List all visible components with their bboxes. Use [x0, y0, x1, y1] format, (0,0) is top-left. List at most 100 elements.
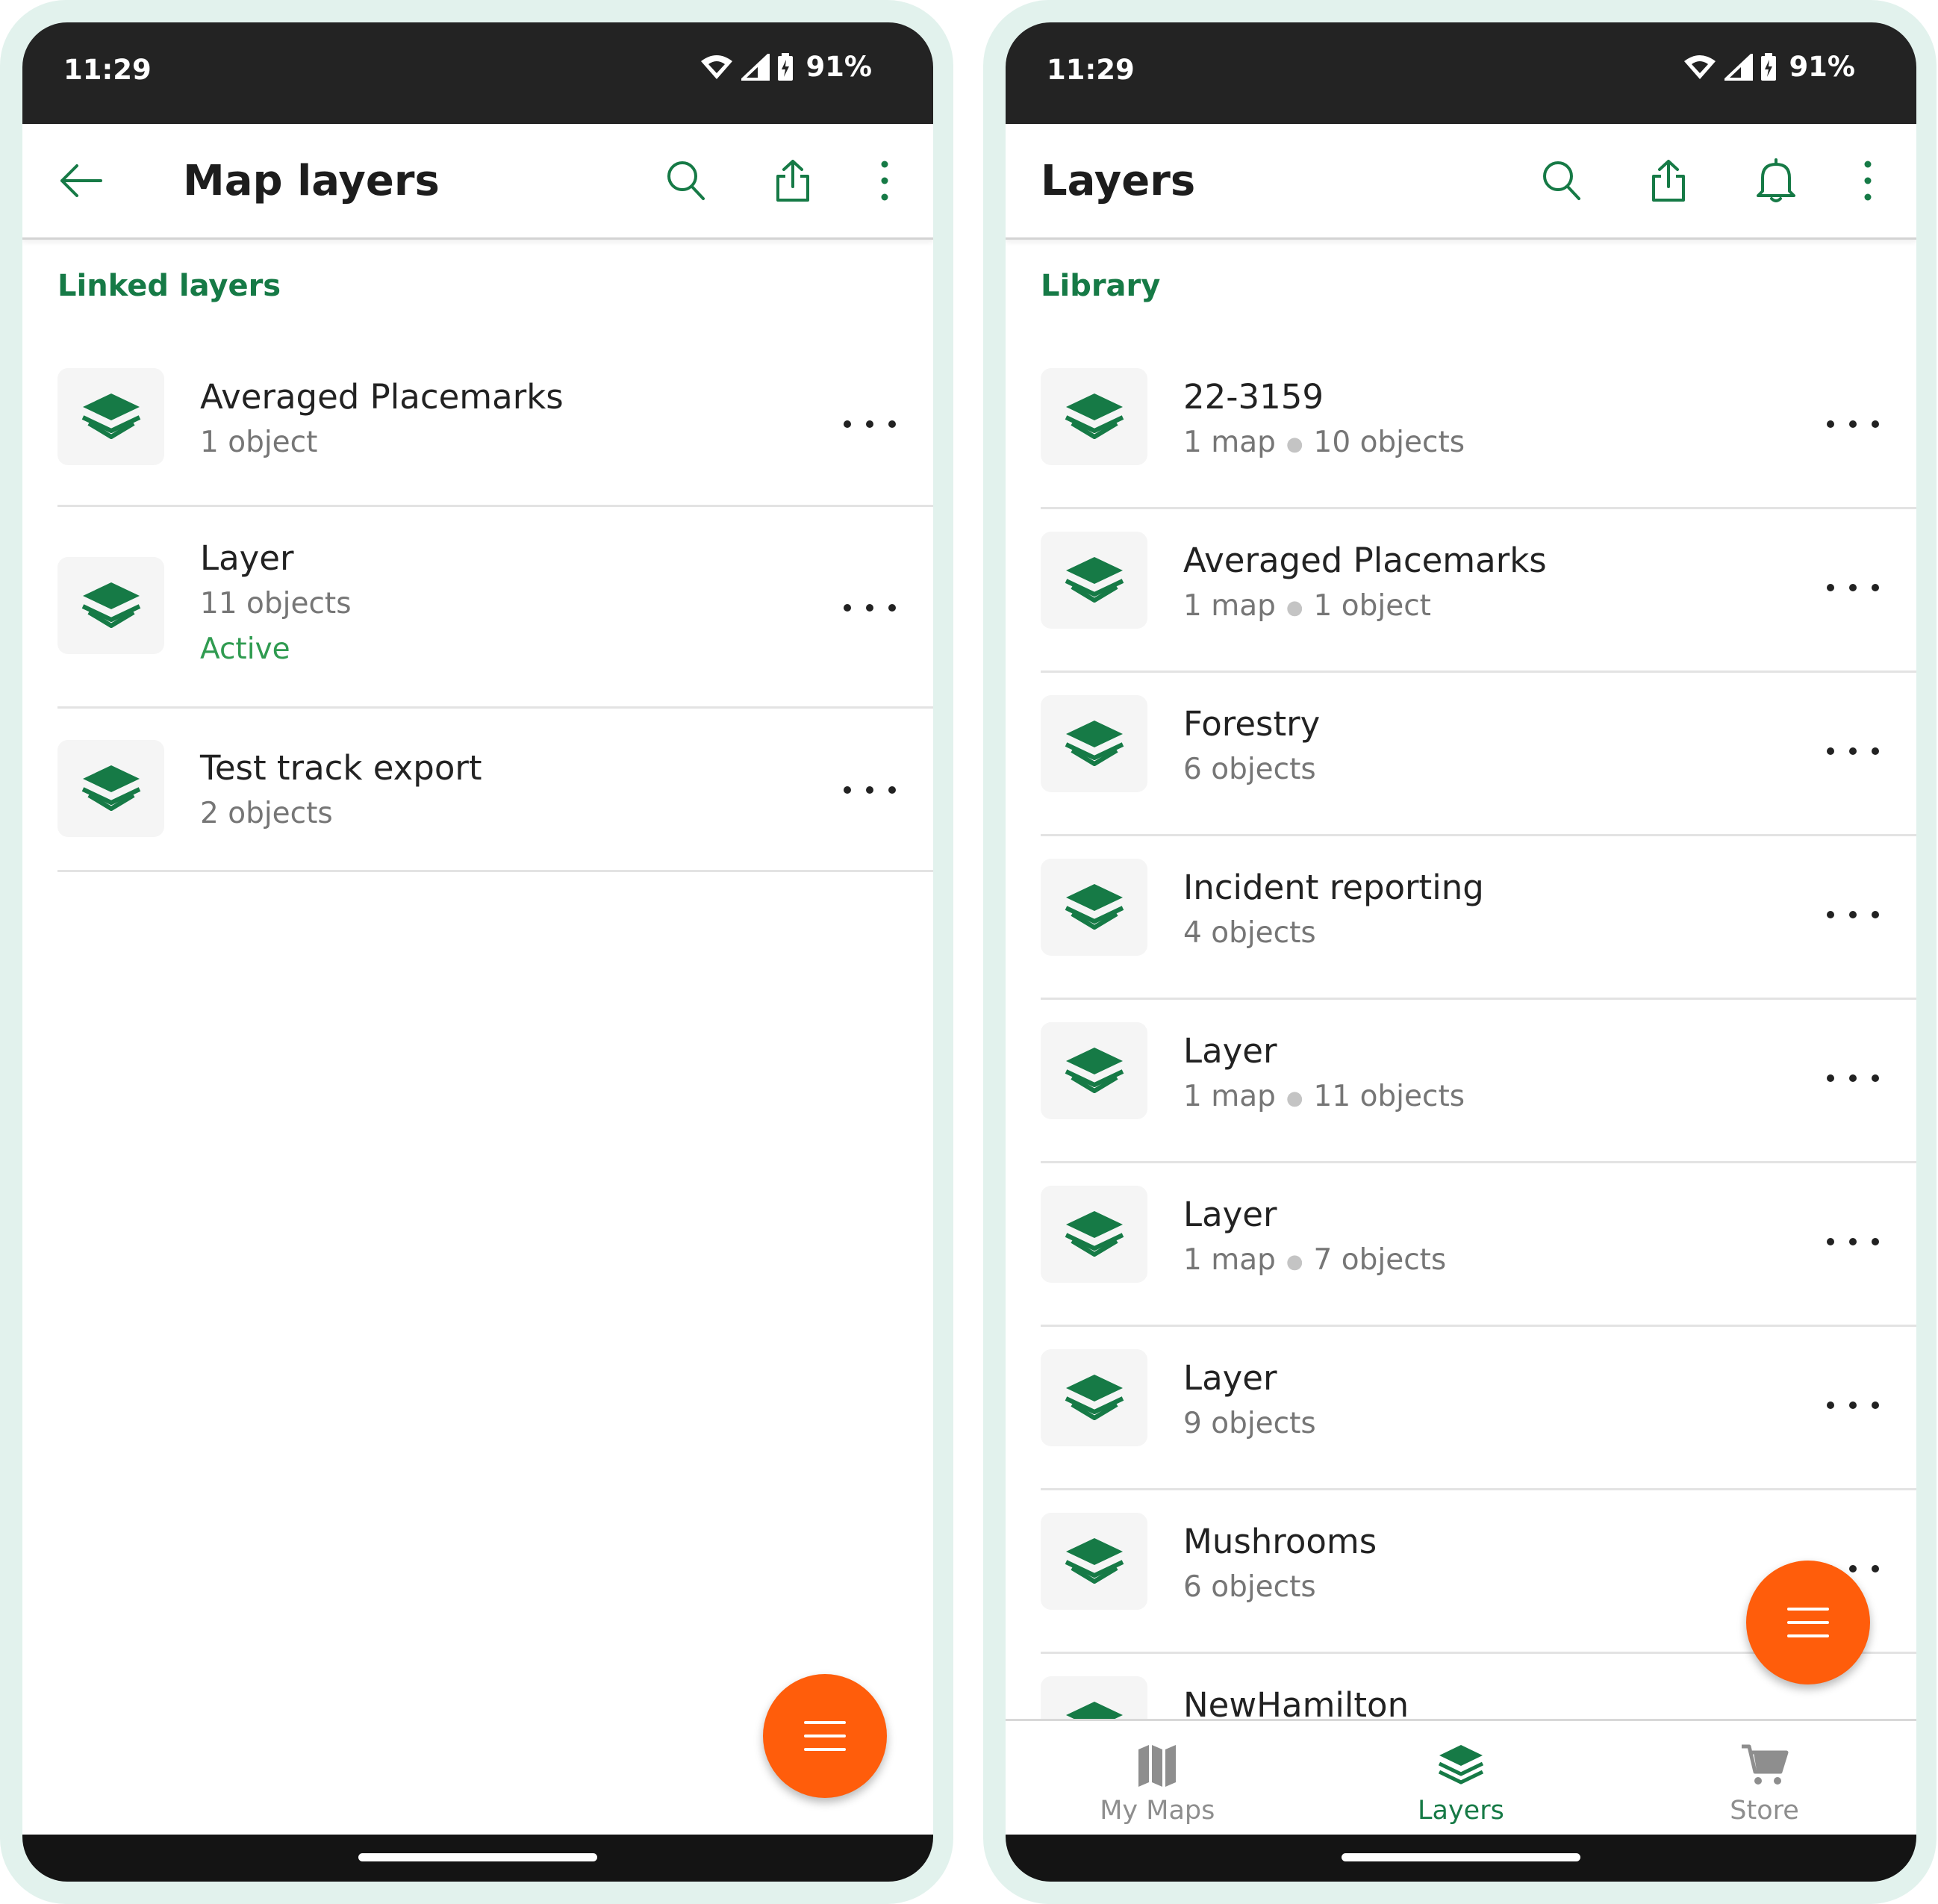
list-item[interactable]: Forestry 6 objects	[1006, 671, 1916, 836]
layers-icon	[1065, 1375, 1124, 1420]
battery-percent: 91%	[806, 51, 872, 83]
map-count: 1 map	[1183, 589, 1276, 623]
layers-icon	[1065, 557, 1124, 603]
item-more-button[interactable]	[844, 600, 896, 615]
item-subtitle: 1 map ● 11 objects	[1183, 1080, 1465, 1113]
layers-icon	[1065, 721, 1124, 766]
section-header: Library	[1041, 269, 1161, 303]
item-more-button[interactable]	[1827, 744, 1879, 759]
layers-icon	[1065, 1048, 1124, 1093]
library-list: 22-3159 1 map ● 10 objects Averaged Placem…	[1006, 343, 1916, 1745]
status-icons: 91%	[700, 51, 872, 83]
app-bar: Layers	[1006, 124, 1916, 240]
status-time: 11:29	[1047, 54, 1135, 86]
item-more-button[interactable]	[1827, 417, 1879, 432]
layer-tile	[1041, 1022, 1147, 1119]
separator-dot: ●	[1286, 432, 1303, 455]
page-title: Map layers	[183, 157, 440, 205]
menu-icon	[1787, 1608, 1829, 1637]
item-title: Mushrooms	[1183, 1522, 1377, 1561]
list-item[interactable]: Layer 1 map ● 7 objects	[1006, 1161, 1916, 1327]
bell-icon[interactable]	[1752, 157, 1800, 205]
share-icon[interactable]	[1645, 157, 1692, 205]
signal-icon	[741, 53, 770, 81]
layer-tile	[1041, 1186, 1147, 1283]
item-title: Averaged Placemarks	[200, 377, 564, 417]
item-more-button[interactable]	[844, 417, 896, 432]
layers-icon	[1438, 1745, 1484, 1785]
layers-icon	[1065, 884, 1124, 930]
overflow-menu-icon[interactable]	[861, 157, 909, 205]
item-subtitle: 2 objects	[200, 797, 333, 830]
layers-icon	[1065, 393, 1124, 439]
list-item[interactable]: Incident reporting 4 objects	[1006, 834, 1916, 1000]
list-item[interactable]: Layer 1 map ● 11 objects	[1006, 998, 1916, 1163]
menu-icon	[804, 1721, 846, 1751]
layer-tile	[1041, 1513, 1147, 1610]
layer-list: Averaged Placemarks 1 object Layer 11 ob…	[22, 343, 933, 872]
back-arrow-icon[interactable]	[56, 157, 104, 205]
item-title: Incident reporting	[1183, 868, 1484, 907]
object-count: 11 objects	[1313, 1080, 1465, 1113]
nav-store[interactable]: Store	[1613, 1721, 1916, 1837]
list-item[interactable]: 22-3159 1 map ● 10 objects	[1006, 343, 1916, 509]
object-count: 7 objects	[1313, 1243, 1447, 1277]
object-count: 10 objects	[1313, 426, 1465, 459]
nav-label: Layers	[1418, 1796, 1504, 1826]
search-icon[interactable]	[1537, 157, 1585, 205]
separator-dot: ●	[1286, 1086, 1303, 1110]
item-more-button[interactable]	[1827, 907, 1879, 922]
item-subtitle: 6 objects	[1183, 1570, 1316, 1604]
item-subtitle: 1 map ● 1 object	[1183, 589, 1431, 623]
item-subtitle: 11 objects	[200, 587, 352, 620]
list-item[interactable]: Layer 9 objects	[1006, 1325, 1916, 1490]
app-bar: Map layers	[22, 124, 933, 240]
list-item[interactable]: Averaged Placemarks 1 object	[22, 343, 933, 507]
nav-layers[interactable]: Layers	[1309, 1721, 1613, 1837]
nav-label: Store	[1730, 1796, 1799, 1826]
layer-tile	[1041, 1349, 1147, 1446]
share-icon[interactable]	[769, 157, 817, 205]
layer-tile	[1041, 859, 1147, 956]
system-nav-bar	[22, 1835, 933, 1882]
status-bar: 11:29 91%	[1006, 22, 1916, 124]
item-more-button[interactable]	[1827, 1398, 1879, 1413]
item-title: Layer	[200, 538, 294, 578]
status-icons: 91%	[1683, 51, 1855, 83]
nav-my-maps[interactable]: My Maps	[1006, 1721, 1309, 1837]
layer-tile	[57, 368, 164, 465]
bottom-navigation: My Maps Layers Store	[1006, 1719, 1916, 1837]
layers-icon	[81, 765, 140, 811]
item-more-button[interactable]	[1827, 580, 1879, 595]
item-subtitle: 1 map ● 10 objects	[1183, 426, 1465, 459]
list-item[interactable]: Averaged Placemarks 1 map ● 1 object	[1006, 507, 1916, 673]
system-nav-bar	[1006, 1835, 1916, 1882]
item-more-button[interactable]	[1827, 1234, 1879, 1249]
status-bar: 11:29 91%	[22, 22, 933, 124]
list-item[interactable]: Test track export 2 objects	[22, 706, 933, 872]
item-more-button[interactable]	[1827, 1071, 1879, 1086]
wifi-icon	[1684, 55, 1716, 79]
map-icon	[1138, 1745, 1177, 1787]
home-indicator[interactable]	[358, 1853, 597, 1861]
layers-icon	[81, 393, 140, 439]
object-count: 1 object	[1313, 589, 1431, 623]
menu-fab[interactable]	[763, 1674, 887, 1798]
item-more-button[interactable]	[844, 783, 896, 797]
menu-fab[interactable]	[1746, 1561, 1870, 1684]
home-indicator[interactable]	[1342, 1853, 1580, 1861]
list-item[interactable]: Layer 11 objects Active	[22, 505, 933, 709]
nav-label: My Maps	[1100, 1796, 1215, 1826]
layer-tile	[1041, 532, 1147, 629]
layers-icon	[81, 582, 140, 628]
item-title: Layer	[1183, 1358, 1277, 1398]
status-time: 11:29	[63, 54, 152, 86]
separator-dot: ●	[1286, 596, 1303, 619]
battery-percent: 91%	[1789, 51, 1855, 83]
overflow-menu-icon[interactable]	[1844, 157, 1892, 205]
active-status: Active	[200, 632, 290, 666]
divider	[57, 870, 933, 872]
search-icon[interactable]	[661, 157, 709, 205]
layer-tile	[1041, 368, 1147, 465]
wifi-icon	[701, 55, 733, 79]
